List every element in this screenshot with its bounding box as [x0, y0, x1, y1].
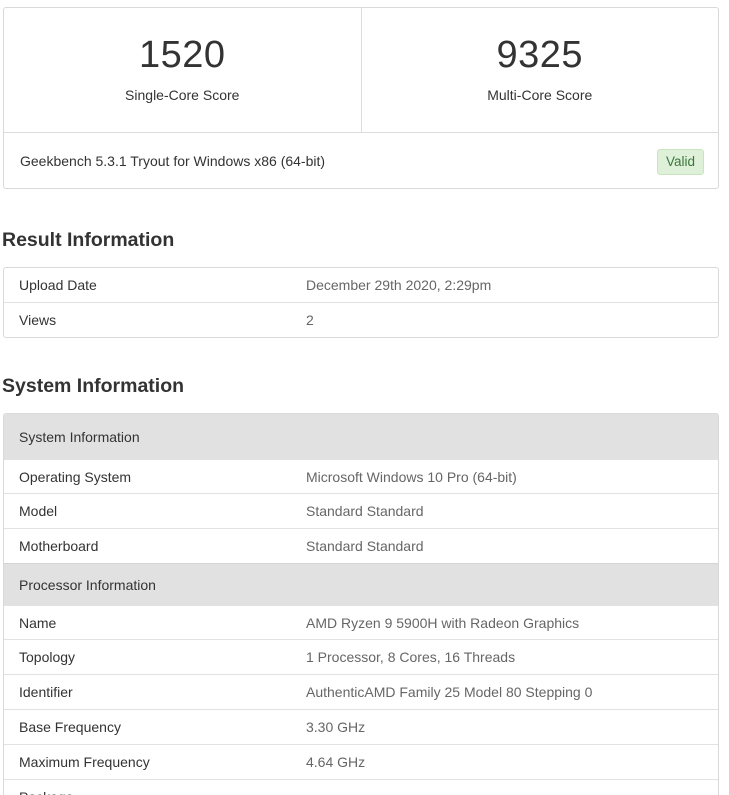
row-value: 3.30 GHz [306, 719, 366, 735]
table-row: Package [4, 779, 718, 795]
valid-badge: Valid [656, 149, 704, 175]
row-name: Motherboard [19, 538, 99, 554]
table-row: Name AMD Ryzen 9 5900H with Radeon Graph… [4, 605, 718, 639]
row-name: Package [19, 780, 73, 795]
row-value: Standard Standard [306, 538, 424, 554]
row-value: 2 [306, 312, 314, 328]
system-information-heading: System Information [2, 375, 185, 397]
table-row: Identifier AuthenticAMD Family 25 Model … [4, 674, 718, 709]
score-card: 1520 Single-Core Score 9325 Multi-Core S… [3, 7, 719, 189]
table-row: Maximum Frequency 4.64 GHz [4, 744, 718, 779]
row-name: Model [19, 503, 58, 519]
multi-core-score-value: 9325 [496, 34, 584, 76]
row-value: 4.64 GHz [306, 754, 366, 770]
row-name: Maximum Frequency [19, 754, 150, 770]
benchmark-result-page: 1520 Single-Core Score 9325 Multi-Core S… [0, 0, 729, 795]
row-value: Microsoft Windows 10 Pro (64-bit) [306, 468, 517, 485]
table-row: Upload Date December 29th 2020, 2:29pm [4, 268, 718, 302]
single-core-score-value: 1520 [138, 34, 226, 76]
group-header-processor: Processor Information [4, 563, 718, 605]
row-name: Base Frequency [19, 719, 121, 735]
multi-core-score-label: Multi-Core Score [487, 87, 593, 103]
table-row: Topology 1 Processor, 8 Cores, 16 Thread… [4, 639, 718, 674]
group-header-system: System Information [4, 414, 718, 459]
table-row: Model Standard Standard [4, 493, 718, 528]
row-name: Name [19, 614, 57, 631]
row-value: December 29th 2020, 2:29pm [306, 277, 492, 293]
row-name: Identifier [19, 684, 73, 700]
version-text: Geekbench 5.3.1 Tryout for Windows x86 (… [20, 153, 326, 169]
single-core-score: 1520 Single-Core Score [4, 8, 361, 132]
table-row: Motherboard Standard Standard [4, 528, 718, 563]
row-name: Views [19, 312, 57, 328]
system-information-table: System Information Operating System Micr… [3, 413, 719, 795]
row-value: 1 Processor, 8 Cores, 16 Threads [306, 649, 516, 665]
table-row: Views 2 [4, 302, 718, 337]
row-name: Upload Date [19, 277, 97, 293]
row-value: Standard Standard [306, 503, 424, 519]
table-row: Base Frequency 3.30 GHz [4, 709, 718, 744]
single-core-score-label: Single-Core Score [125, 87, 240, 103]
group-header-label: Processor Information [19, 576, 156, 593]
score-row: 1520 Single-Core Score 9325 Multi-Core S… [4, 8, 718, 133]
version-row: Geekbench 5.3.1 Tryout for Windows x86 (… [4, 133, 718, 190]
result-information-heading: Result Information [2, 229, 175, 251]
row-value: AMD Ryzen 9 5900H with Radeon Graphics [306, 614, 580, 631]
row-name: Topology [19, 649, 76, 665]
row-name: Operating System [19, 468, 132, 485]
group-header-label: System Information [19, 428, 140, 445]
row-value: AuthenticAMD Family 25 Model 80 Stepping… [306, 684, 593, 700]
result-information-table: Upload Date December 29th 2020, 2:29pm V… [3, 267, 719, 338]
table-row: Operating System Microsoft Windows 10 Pr… [4, 459, 718, 493]
multi-core-score: 9325 Multi-Core Score [360, 8, 719, 132]
